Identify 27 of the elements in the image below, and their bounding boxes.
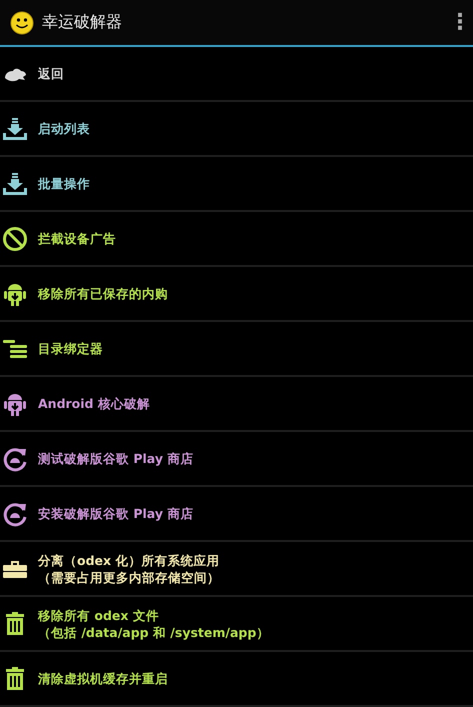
- menu-item[interactable]: 启动列表: [0, 102, 473, 157]
- smiley-icon: [10, 10, 34, 34]
- menu-item-label: 批量操作: [38, 175, 90, 192]
- menu-item[interactable]: 批量操作: [0, 157, 473, 212]
- menu-item[interactable]: 移除所有 odex 文件 （包括 /data/app 和 /system/app）: [0, 597, 473, 652]
- menu-item[interactable]: 返回: [0, 47, 473, 102]
- menu-item-label: 启动列表: [38, 120, 90, 137]
- menu-item[interactable]: 拦截设备广告: [0, 212, 473, 267]
- menu-item[interactable]: 清除虚拟机缓存并重启: [0, 652, 473, 707]
- menu-item-label: 测试破解版谷歌 Play 商店: [38, 450, 194, 467]
- menu-item-label: 移除所有已保存的内购: [38, 285, 168, 302]
- menu-item[interactable]: 安装破解版谷歌 Play 商店: [0, 487, 473, 542]
- menu-item[interactable]: 目录绑定器: [0, 322, 473, 377]
- menu-item-label: Android 核心破解: [38, 395, 150, 412]
- menu-item-label: 分离（odex 化）所有系统应用 （需要占用更多内部存储空间）: [38, 552, 220, 586]
- menu-item[interactable]: Android 核心破解: [0, 377, 473, 432]
- overflow-menu-button[interactable]: ⋮: [449, 10, 463, 35]
- menu-item-label: 拦截设备广告: [38, 230, 116, 247]
- menu-item-label: 清除虚拟机缓存并重启: [38, 670, 168, 687]
- menu-item[interactable]: 移除所有已保存的内购: [0, 267, 473, 322]
- menu-item[interactable]: 测试破解版谷歌 Play 商店: [0, 432, 473, 487]
- menu-item-label: 返回: [38, 65, 64, 82]
- menu-item-label: 移除所有 odex 文件 （包括 /data/app 和 /system/app）: [38, 606, 270, 640]
- menu-item-label: 目录绑定器: [38, 340, 103, 357]
- menu-item-label: 安装破解版谷歌 Play 商店: [38, 505, 194, 522]
- app-title: 幸运破解器: [42, 12, 123, 33]
- menu-item[interactable]: 分离（odex 化）所有系统应用 （需要占用更多内部存储空间）: [0, 542, 473, 597]
